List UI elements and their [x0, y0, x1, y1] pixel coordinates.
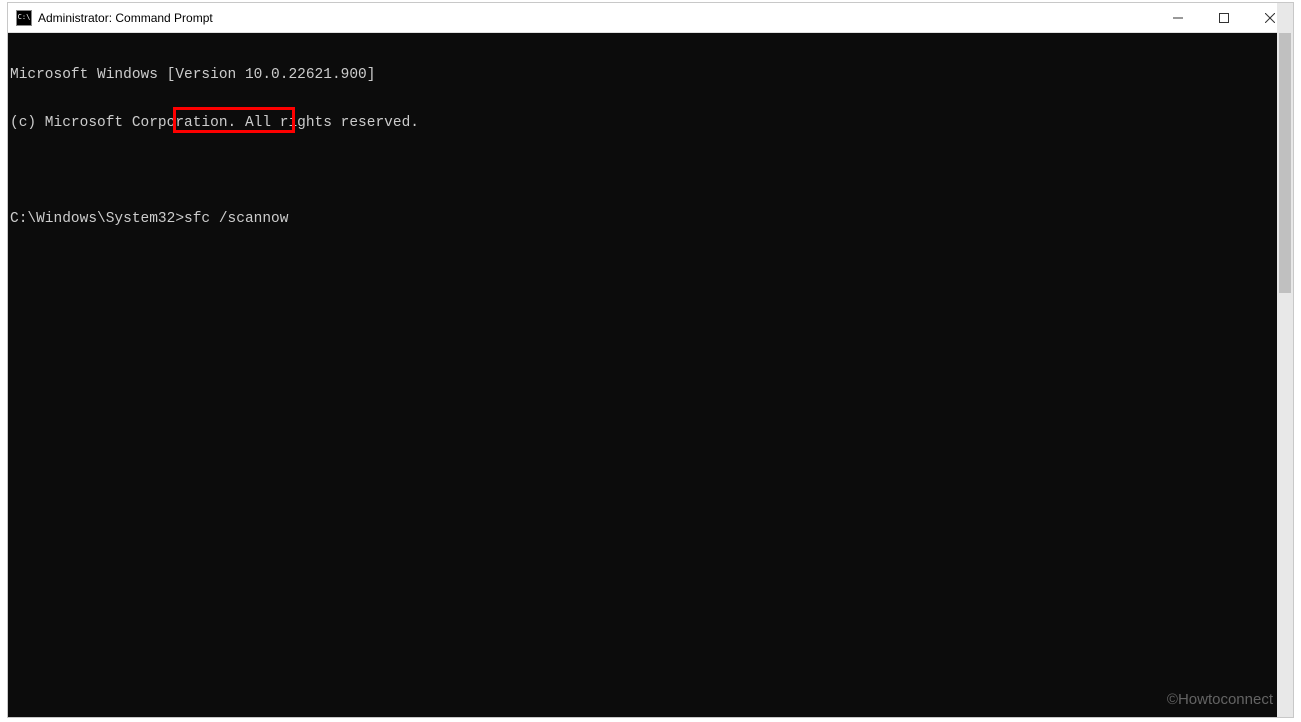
- cmd-icon: C:\: [16, 10, 32, 26]
- terminal-prompt: C:\Windows\System32>: [10, 211, 184, 227]
- terminal-area[interactable]: Microsoft Windows [Version 10.0.22621.90…: [8, 33, 1293, 717]
- minimize-icon: [1173, 13, 1183, 23]
- window-scrollbar[interactable]: [1277, 3, 1293, 717]
- minimize-button[interactable]: [1155, 3, 1201, 32]
- cmd-window: C:\ Administrator: Command Prompt Micros…: [7, 2, 1294, 718]
- titlebar[interactable]: C:\ Administrator: Command Prompt: [8, 3, 1293, 33]
- scrollbar-thumb[interactable]: [1279, 33, 1291, 293]
- terminal-prompt-line: C:\Windows\System32>sfc /scannow: [10, 211, 1293, 227]
- terminal-header-line-1: Microsoft Windows [Version 10.0.22621.90…: [10, 67, 1293, 83]
- window-title: Administrator: Command Prompt: [38, 11, 1155, 25]
- terminal-command: sfc /scannow: [184, 211, 288, 227]
- cmd-icon-label: C:\: [18, 14, 31, 21]
- terminal-blank-line: [10, 163, 1293, 179]
- maximize-icon: [1219, 13, 1229, 23]
- terminal-header-line-2: (c) Microsoft Corporation. All rights re…: [10, 115, 1293, 131]
- window-controls: [1155, 3, 1293, 32]
- watermark-text: ©Howtoconnect: [1167, 691, 1273, 708]
- close-icon: [1265, 13, 1275, 23]
- maximize-button[interactable]: [1201, 3, 1247, 32]
